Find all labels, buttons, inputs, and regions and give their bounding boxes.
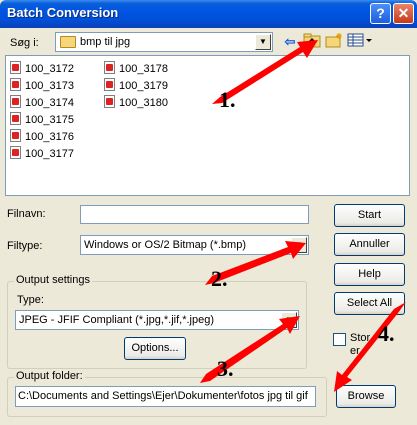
annotation-number-2: 2. (211, 266, 228, 291)
output-folder-title: Output folder: (14, 370, 85, 382)
chevron-down-icon[interactable]: ▼ (291, 237, 307, 253)
view-menu-icon[interactable] (346, 32, 374, 52)
filetype-dropdown[interactable]: Windows or OS/2 Bitmap (*.bmp) ▼ (80, 235, 309, 255)
arrow-4 (334, 302, 406, 392)
bitmap-file-icon (104, 61, 115, 74)
options-button[interactable]: Options... (124, 337, 186, 360)
annotation-number-3: 3. (217, 356, 234, 381)
output-settings-title: Output settings (14, 274, 92, 286)
chevron-down-icon[interactable]: ▼ (255, 34, 271, 50)
list-item[interactable]: 100_3176 (10, 129, 74, 145)
type-value: JPEG - JFIF Compliant (*.jpg,*.jif,*.jpe… (19, 314, 215, 326)
filename-label: Filnavn: (7, 208, 46, 220)
annotation-number-4: 4. (378, 321, 395, 346)
list-item[interactable]: 100_3178 (104, 61, 168, 77)
store-checkbox-label-line1: Stor (350, 332, 371, 344)
bitmap-file-icon (10, 146, 21, 159)
list-item[interactable]: 100_3175 (10, 112, 74, 128)
list-item[interactable]: 100_3179 (104, 78, 168, 94)
filetype-label: Filtype: (7, 240, 43, 252)
help-button[interactable]: Help (334, 263, 405, 286)
folder-icon (60, 36, 76, 48)
lookin-value: bmp til jpg (80, 36, 131, 48)
type-dropdown[interactable]: JPEG - JFIF Compliant (*.jpg,*.jif,*.jpe… (15, 310, 299, 330)
close-button[interactable]: ✕ (393, 3, 414, 24)
list-item[interactable]: 100_3177 (10, 146, 74, 162)
window-title: Batch Conversion (7, 5, 119, 20)
start-button[interactable]: Start (334, 204, 405, 227)
new-folder-icon[interactable] (323, 32, 345, 52)
bitmap-file-icon (10, 78, 21, 91)
bitmap-file-icon (10, 112, 21, 125)
cancel-button[interactable]: Annuller (334, 233, 405, 256)
bitmap-file-icon (10, 129, 21, 142)
bitmap-file-icon (10, 61, 21, 74)
browse-button[interactable]: Browse (336, 385, 396, 408)
lookin-dropdown[interactable]: bmp til jpg ▼ (55, 32, 273, 52)
file-list[interactable]: 100_3172 100_3173 100_3174 100_3175 100_… (5, 55, 410, 196)
chevron-down-icon[interactable]: ▼ (281, 312, 297, 328)
type-label: Type: (17, 294, 44, 306)
store-checkbox-label-line2: er (350, 345, 360, 357)
bitmap-file-icon (10, 95, 21, 108)
select-all-button[interactable]: Select All (334, 292, 405, 315)
up-folder-icon[interactable] (301, 32, 323, 52)
help-title-button[interactable]: ? (370, 3, 391, 24)
output-folder-path[interactable]: C:\Documents and Settings\Ejer\Dokumente… (15, 386, 316, 407)
back-arrow-icon[interactable]: ⇦ (279, 32, 301, 52)
list-item[interactable]: 100_3172 (10, 61, 74, 77)
lookin-label: Søg i: (10, 37, 39, 49)
annotation-number-1: 1. (219, 87, 236, 112)
bitmap-file-icon (104, 95, 115, 108)
list-item[interactable]: 100_3180 (104, 95, 168, 111)
list-item[interactable]: 100_3174 (10, 95, 74, 111)
filetype-value: Windows or OS/2 Bitmap (*.bmp) (84, 239, 246, 251)
list-item[interactable]: 100_3173 (10, 78, 74, 94)
store-checkbox[interactable] (333, 333, 346, 346)
filename-input[interactable] (80, 205, 309, 224)
bitmap-file-icon (104, 78, 115, 91)
